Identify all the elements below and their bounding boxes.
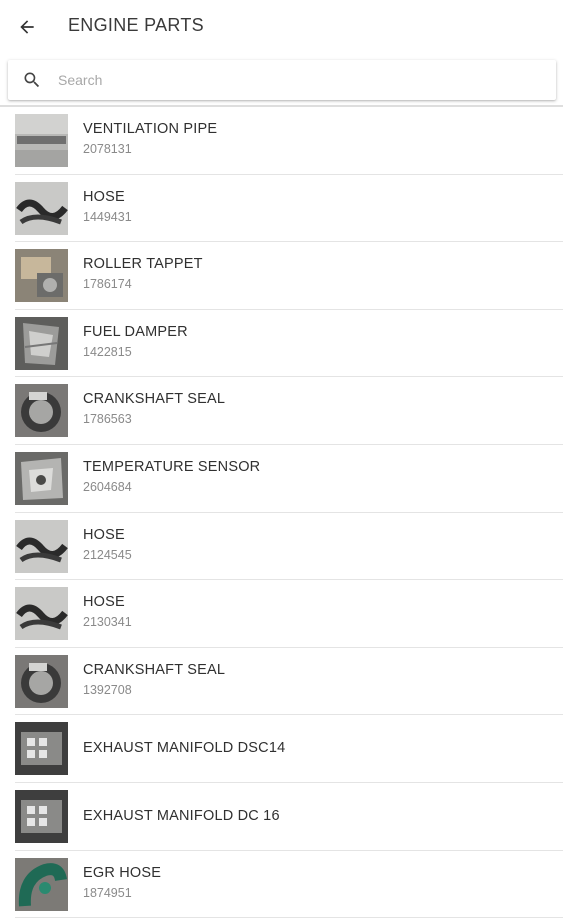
part-name: EGR HOSE [83, 864, 162, 881]
exhaust-manifold-photo [15, 722, 68, 776]
part-number: 1786174 [83, 277, 132, 292]
part-number: 2124545 [83, 547, 132, 562]
part-name: HOSE [83, 594, 125, 611]
list-item[interactable]: HOSE 2124545 [15, 513, 563, 581]
list-item[interactable]: TEMPERATURE SENSOR 2604684 [15, 445, 563, 513]
crankshaft-seal-photo [15, 654, 68, 708]
back-button[interactable] [12, 12, 42, 42]
part-number: 2078131 [83, 142, 132, 156]
arrow-back-icon [20, 20, 34, 34]
list-item[interactable]: EGR HOSE 1874951 [15, 851, 563, 918]
part-name: EXHAUST MANIFOLD DSC14 [83, 740, 286, 757]
part-name: VENTILATION PIPE [83, 121, 218, 137]
search-icon [24, 72, 40, 88]
part-name: EXHAUST MANIFOLD DC 16 [83, 807, 280, 824]
list-item[interactable]: HOSE 2130341 [15, 580, 563, 648]
list-item[interactable]: EXHAUST MANIFOLD DSC14 [15, 715, 563, 783]
part-name: ROLLER TAPPET [83, 256, 203, 273]
list-item[interactable]: ROLLER TAPPET 1786174 [15, 242, 563, 310]
list-item[interactable]: CRANKSHAFT SEAL 1392708 [15, 648, 563, 716]
part-info: CRANKSHAFT SEAL 1786563 [83, 391, 225, 426]
part-info: FUEL DAMPER 1422815 [83, 324, 188, 359]
part-number: 1449431 [83, 209, 132, 224]
part-info: EGR HOSE 1874951 [83, 865, 161, 900]
fuel-damper-photo [15, 316, 68, 370]
part-number: 1422815 [83, 344, 132, 359]
part-info: ROLLER TAPPET 1786174 [83, 256, 203, 291]
part-number: 2604684 [83, 479, 132, 494]
part-name: CRANKSHAFT SEAL [83, 391, 226, 408]
part-info: HOSE 2130341 [83, 594, 132, 629]
part-name: CRANKSHAFT SEAL [83, 661, 226, 678]
temperature-sensor-photo [15, 451, 68, 505]
part-info: HOSE 1449431 [83, 189, 132, 224]
part-name: TEMPERATURE SENSOR [83, 458, 261, 475]
search-input[interactable] [58, 68, 538, 92]
exhaust-manifold-photo [15, 789, 68, 843]
part-number: 2130341 [83, 615, 132, 630]
list-item[interactable]: CRANKSHAFT SEAL 1786563 [15, 377, 563, 445]
part-info: HOSE 2124545 [83, 527, 132, 562]
part-info: CRANKSHAFT SEAL 1392708 [83, 662, 225, 697]
part-info: EXHAUST MANIFOLD DC 16 [83, 808, 280, 824]
part-name: HOSE [83, 188, 125, 205]
list-item[interactable]: HOSE 1449431 [15, 175, 563, 243]
crankshaft-seal-photo [15, 384, 68, 438]
egr-hose-photo [15, 857, 68, 911]
part-info: EXHAUST MANIFOLD DSC14 [83, 740, 285, 756]
hose-photo [15, 519, 68, 573]
ventilation-pipe-photo [15, 114, 68, 167]
page-title: ENGINE PARTS [68, 15, 204, 35]
list-item[interactable]: FUEL DAMPER 1422815 [15, 310, 563, 378]
hose-photo [15, 587, 68, 641]
roller-tappet-photo [15, 249, 68, 303]
parts-list: VENTILATION PIPE 2078131 HOSE 1449431 ROLLER… [0, 107, 563, 918]
search-bar[interactable] [8, 60, 556, 100]
app-bar: ENGINE PARTS [0, 0, 563, 54]
part-number: 1874951 [83, 885, 132, 900]
part-name: HOSE [83, 526, 125, 543]
part-name: FUEL DAMPER [83, 323, 188, 340]
part-number: 1392708 [83, 682, 132, 697]
list-item[interactable]: VENTILATION PIPE 2078131 [15, 107, 563, 175]
hose-photo [15, 181, 68, 235]
list-item[interactable]: EXHAUST MANIFOLD DC 16 [15, 783, 563, 851]
part-info: VENTILATION PIPE 2078131 [83, 121, 217, 156]
part-number: 1786563 [83, 412, 132, 427]
part-info: TEMPERATURE SENSOR 2604684 [83, 459, 260, 494]
